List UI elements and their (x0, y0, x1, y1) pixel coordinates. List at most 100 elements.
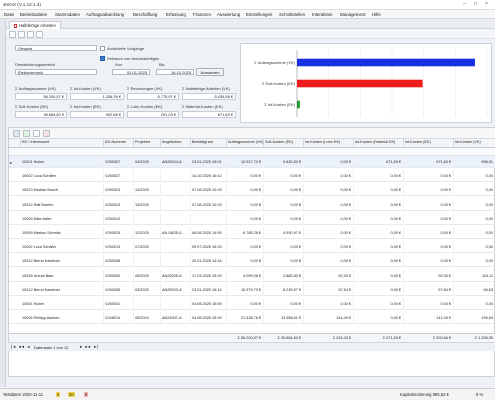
table-cell: V250031 (104, 298, 134, 310)
column-header[interactable]: KD / Interessent (21, 139, 104, 148)
column-filter-cell[interactable] (161, 148, 191, 156)
zeitraum-label: Zeitraum von berücksichtigen (107, 56, 160, 61)
tab-halbfertige-arbeiten[interactable]: Halbfertige Arbeiten (9, 21, 61, 29)
column-header[interactable]: Angebotsnr. (161, 139, 191, 148)
column-header[interactable]: KD-Nummer (104, 139, 134, 148)
nav-next-last-icon[interactable]: ▸ ▸▸ ▸| (80, 344, 99, 350)
column-header[interactable]: Bestätigt am (191, 139, 227, 148)
column-filter-cell[interactable] (264, 148, 304, 156)
table-cell: 92,30 € (304, 269, 354, 282)
stat-value-lohnkosten: 291,03 € (127, 111, 179, 118)
column-header[interactable]: Ist-Kosten (EK) (404, 139, 454, 148)
column-header[interactable]: Ist-Kosten (Material EK) (354, 139, 404, 148)
table-cell: 0,00 € (264, 198, 304, 211)
column-filter-cell[interactable] (21, 148, 104, 156)
table-cell: AN25005-A (161, 269, 191, 282)
column-filter-cell[interactable] (134, 148, 161, 156)
column-filter-cell[interactable] (304, 148, 354, 156)
stat-label-materialkosten: Σ Material-Kosten (EK) (182, 104, 223, 109)
table-cell: 0,00 € (304, 198, 354, 211)
menu-schnittstellen[interactable]: Schnittstellen (279, 12, 305, 17)
table-cell: V250005 (104, 283, 134, 296)
table-cell: 10012 Bernd Kaestner (21, 283, 104, 296)
menu-auftragsabwicklung[interactable]: Auftragsabwicklung (86, 12, 124, 17)
table-cell: 10001 Huber (21, 156, 104, 168)
menu-betriebsdaten[interactable]: Betriebsdaten (20, 12, 47, 17)
status-badge-count[interactable]: 20 (68, 392, 75, 397)
menu-finanzen[interactable]: Finanzen (193, 12, 211, 17)
table-cell (161, 241, 191, 254)
nav-position: Datensatz 1 von 12 (34, 345, 69, 350)
column-header[interactable]: Soll-Kosten (EK) (264, 139, 304, 148)
table-cell: 07.08.2025 10:03 (191, 184, 227, 197)
column-header[interactable]: Auftragssumme (VK) (227, 139, 264, 148)
archived-checkbox[interactable] (100, 45, 105, 51)
table-cell: 0,00 (454, 213, 495, 225)
table-cell: 29.01.2025 14:34 (191, 255, 227, 268)
left-rail (0, 19, 6, 387)
check-icon[interactable] (23, 130, 30, 137)
column-filter-cell[interactable] (454, 148, 495, 156)
column-filter-cell[interactable] (104, 148, 134, 156)
table-cell: AN25004-A (161, 156, 191, 168)
dienstleistung-label: Dienstleistungsbereich (15, 62, 56, 67)
gesamt-select[interactable]: Gesamt (15, 45, 97, 51)
filter-icon[interactable] (33, 130, 40, 137)
status-badge-warning[interactable]: 0 (56, 392, 61, 397)
nav-first-prev-icon[interactable]: |◂ ◂◂ ◂ (11, 344, 30, 350)
menu-interaktion[interactable]: Interaktion (312, 12, 333, 17)
menu-beschaffung[interactable]: Beschaffung (133, 12, 157, 17)
table-cell (161, 212, 191, 225)
maximize-button[interactable]: □ (474, 1, 477, 7)
table-cell: 0,00 € (264, 255, 304, 268)
table-cell: V250012 (104, 212, 134, 225)
export-icon[interactable] (36, 30, 43, 38)
table-cell: 9.632,82 € (264, 156, 304, 168)
menu-erfassung[interactable]: Erfassung (166, 12, 186, 17)
chart-bar (297, 100, 300, 109)
table-cell: 0,00 € (404, 241, 454, 254)
column-filter-cell[interactable] (354, 148, 404, 156)
status-badge-error[interactable]: 0 (84, 392, 89, 397)
table-cell: 0,00 € (304, 255, 354, 268)
table-cell: V250008 (104, 255, 134, 268)
back-icon[interactable] (9, 30, 16, 38)
table-cell: 0,00 € (354, 283, 404, 296)
menu-management[interactable]: Management (340, 12, 366, 17)
auswerten-button[interactable]: Auswerten (196, 68, 224, 76)
table-icon[interactable] (13, 130, 20, 137)
bis-date-field[interactable]: 16.10.2025 (156, 69, 194, 75)
close-button[interactable]: × (485, 1, 488, 7)
table-cell: 0,00 € (227, 241, 264, 254)
table-cell: 0,00 € (354, 255, 404, 268)
tab-strip: Halbfertige Arbeiten (6, 19, 495, 29)
column-header[interactable]: Ist-Kosten (VK) (454, 139, 495, 148)
table-cell: 0,00 € (304, 227, 354, 239)
column-filter-cell[interactable] (227, 148, 264, 156)
column-header[interactable]: Projektnr. (134, 139, 161, 148)
column-filter-cell[interactable] (191, 148, 227, 156)
dienstleistung-select[interactable]: Elektrotechnik (15, 69, 97, 75)
stat-value-rechnungen: 6.775,97 € (127, 93, 179, 100)
menu-datei[interactable]: Datei (4, 12, 14, 17)
menu-hilfe[interactable]: Hilfe (372, 12, 381, 17)
table-cell: 12/2025 (134, 227, 161, 239)
column-filter-cell[interactable] (404, 148, 454, 156)
forward-icon[interactable] (18, 30, 25, 38)
chart-category-label: Σ Ist-Kosten (EK) (264, 102, 295, 107)
print-icon[interactable] (27, 30, 34, 38)
table-cell: 0,00 € (264, 184, 304, 197)
delete-icon[interactable] (43, 130, 50, 137)
column-header[interactable]: Ist-Kosten (Lohn EK) (304, 139, 354, 148)
table-cell: 13/2025 (134, 198, 161, 211)
table-cell: V250023 (104, 198, 134, 211)
table-cell: 0,00 € (227, 184, 264, 197)
table-cell: 05/2024 (134, 312, 161, 325)
zeitraum-checkbox[interactable] (100, 55, 105, 61)
von-date-field[interactable]: 01.01.2025 (112, 69, 150, 75)
menu-stammdaten[interactable]: Stammdaten (55, 12, 80, 17)
table-cell: 10006 Phillipp Aachen (21, 312, 104, 325)
minimize-button[interactable]: – (463, 1, 466, 7)
menu-einstellungen[interactable]: Einstellungen (246, 12, 272, 17)
menu-auswertung[interactable]: Auswertung (217, 12, 240, 17)
